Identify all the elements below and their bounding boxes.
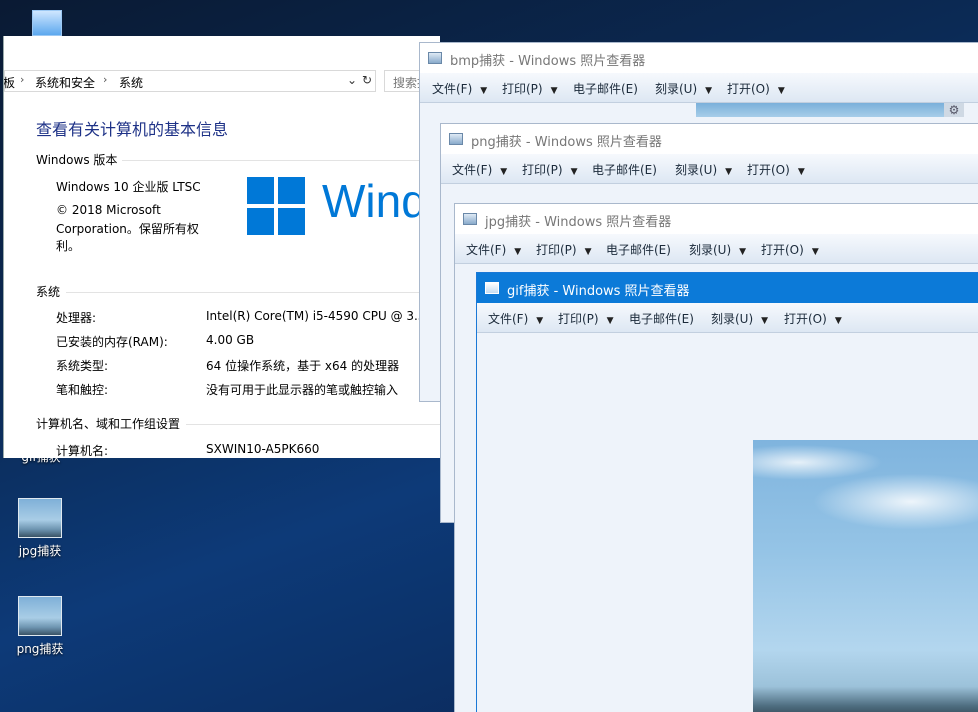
image-thumbnail-icon xyxy=(18,498,62,538)
chevron-down-icon: ▼ xyxy=(500,167,508,177)
windows-logo-icon xyxy=(247,177,305,235)
info-key: 系统类型: xyxy=(56,359,109,373)
menu-burn[interactable]: 刻录(U) ▼ xyxy=(655,80,712,97)
address-bar: 板 › 系统和安全 › 系统 ⌄ ↻ 搜索控 xyxy=(4,70,440,92)
menu-file[interactable]: 文件(F) ▼ xyxy=(432,80,487,97)
menu-bar: 文件(F) ▼ 打印(P) ▼ 电子邮件(E) 刻录(U) ▼ 打开(O) ▼ xyxy=(441,154,978,184)
folder-icon[interactable] xyxy=(32,10,62,36)
chevron-down-icon: ▼ xyxy=(536,316,544,326)
chevron-down-icon: ▼ xyxy=(514,247,522,257)
info-key: 计算机名: xyxy=(56,444,109,458)
title-bar[interactable]: png捕获 - Windows 照片查看器 xyxy=(441,124,978,154)
menu-print[interactable]: 打印(P) ▼ xyxy=(522,161,578,178)
info-value: SXWIN10-A5PK660 xyxy=(206,442,320,456)
menu-email[interactable]: 电子邮件(E) xyxy=(606,241,671,258)
section-heading-edition: Windows 版本 xyxy=(36,153,118,167)
info-key: 处理器: xyxy=(56,311,97,325)
menu-bar: 文件(F) ▼ 打印(P) ▼ 电子邮件(E) 刻录(U) ▼ 打开(O) ▼ xyxy=(477,303,978,333)
info-key: 已安装的内存(RAM): xyxy=(56,335,168,349)
chevron-down-icon: ▼ xyxy=(705,86,713,96)
chevron-down-icon: ▼ xyxy=(811,247,819,257)
photo xyxy=(753,440,978,712)
menu-file[interactable]: 文件(F) ▼ xyxy=(488,310,543,327)
breadcrumb-system[interactable]: 系统 xyxy=(119,74,143,91)
desktop-icon-label: jpg捕获 xyxy=(18,544,62,558)
window-title: jpg捕获 - Windows 照片查看器 xyxy=(485,215,672,230)
desktop-icon-png[interactable]: png捕获 xyxy=(5,596,75,657)
refresh-icon[interactable]: ↻ xyxy=(362,73,372,87)
divider xyxy=(186,424,440,425)
menu-file[interactable]: 文件(F) ▼ xyxy=(466,241,521,258)
menu-file[interactable]: 文件(F) ▼ xyxy=(452,161,507,178)
chevron-down-icon: ▼ xyxy=(797,167,805,177)
menu-print[interactable]: 打印(P) ▼ xyxy=(502,80,558,97)
menu-bar: 文件(F) ▼ 打印(P) ▼ 电子邮件(E) 刻录(U) ▼ 打开(O) ▼ xyxy=(455,234,978,264)
image-thumbnail-icon xyxy=(18,596,62,636)
desktop-icon-jpg[interactable]: jpg捕获 xyxy=(5,498,75,559)
chevron-right-icon[interactable]: › xyxy=(103,73,107,86)
image-view-area xyxy=(477,333,978,712)
chevron-down-icon: ▼ xyxy=(725,167,733,177)
menu-burn[interactable]: 刻录(U) ▼ xyxy=(675,161,732,178)
address-box[interactable]: 板 › 系统和安全 › 系统 ⌄ ↻ xyxy=(4,70,376,92)
gear-icon[interactable]: ⚙ xyxy=(944,103,964,117)
copyright-line: Corporation。保留所有权 xyxy=(56,222,199,236)
photo-viewer-icon xyxy=(449,133,463,145)
menu-print[interactable]: 打印(P) ▼ xyxy=(558,310,614,327)
window-title: gif捕获 - Windows 照片查看器 xyxy=(507,284,690,299)
title-bar[interactable]: gif捕获 - Windows 照片查看器 xyxy=(477,273,978,303)
chevron-down-icon[interactable]: ⌄ xyxy=(347,73,357,87)
chevron-down-icon: ▼ xyxy=(480,86,488,96)
chevron-down-icon: ▼ xyxy=(739,247,747,257)
menu-burn[interactable]: 刻录(U) ▼ xyxy=(711,310,768,327)
chevron-down-icon: ▼ xyxy=(584,247,592,257)
chevron-down-icon: ▼ xyxy=(606,316,614,326)
photo-viewer-icon xyxy=(485,282,499,294)
section-heading-system: 系统 xyxy=(36,285,61,299)
section-heading-computer: 计算机名、域和工作组设置 xyxy=(36,417,181,431)
title-bar[interactable]: bmp捕获 - Windows 照片查看器 xyxy=(420,43,978,73)
divider xyxy=(66,292,440,293)
title-bar[interactable]: jpg捕获 - Windows 照片查看器 xyxy=(455,204,978,234)
photo-viewer-window-gif[interactable]: gif捕获 - Windows 照片查看器 文件(F) ▼ 打印(P) ▼ 电子邮件… xyxy=(476,272,978,712)
system-control-panel-window: 板 › 系统和安全 › 系统 ⌄ ↻ 搜索控 查看有关计算机的基本信息 Wind… xyxy=(3,36,440,458)
divider xyxy=(122,160,440,161)
photo xyxy=(696,103,946,117)
chevron-right-icon[interactable]: › xyxy=(20,73,24,86)
chevron-down-icon: ▼ xyxy=(570,167,578,177)
copyright-line: 利。 xyxy=(56,239,81,253)
breadcrumb-security[interactable]: 系统和安全 xyxy=(35,74,95,91)
info-value: 没有可用于此显示器的笔或触控输入 xyxy=(206,383,399,397)
photo-viewer-icon xyxy=(428,52,442,64)
copyright-line: © 2018 Microsoft xyxy=(56,203,161,217)
menu-open[interactable]: 打开(O) ▼ xyxy=(727,80,785,97)
info-value: 64 位操作系统，基于 x64 的处理器 xyxy=(206,359,400,373)
menu-bar: 文件(F) ▼ 打印(P) ▼ 电子邮件(E) 刻录(U) ▼ 打开(O) ▼ xyxy=(420,73,978,103)
photo-viewer-icon xyxy=(463,213,477,225)
desktop-icon-label: png捕获 xyxy=(16,642,64,656)
breadcrumb-control-panel[interactable]: 板 xyxy=(4,74,15,91)
chevron-down-icon: ▼ xyxy=(834,316,842,326)
menu-print[interactable]: 打印(P) ▼ xyxy=(536,241,592,258)
menu-burn[interactable]: 刻录(U) ▼ xyxy=(689,241,746,258)
chevron-down-icon: ▼ xyxy=(777,86,785,96)
page-title: 查看有关计算机的基本信息 xyxy=(36,120,229,139)
info-value: Intel(R) Core(TM) i5-4590 CPU @ 3.30GHz xyxy=(206,309,440,323)
window-title: png捕获 - Windows 照片查看器 xyxy=(471,135,662,150)
menu-email[interactable]: 电子邮件(E) xyxy=(629,310,694,327)
menu-email[interactable]: 电子邮件(E) xyxy=(592,161,657,178)
window-title: bmp捕获 - Windows 照片查看器 xyxy=(450,54,646,69)
edition-name: Windows 10 企业版 LTSC xyxy=(56,180,201,194)
chevron-down-icon: ▼ xyxy=(761,316,769,326)
menu-email[interactable]: 电子邮件(E) xyxy=(573,80,638,97)
info-key: 笔和触控: xyxy=(56,383,109,397)
menu-open[interactable]: 打开(O) ▼ xyxy=(784,310,842,327)
chevron-down-icon: ▼ xyxy=(550,86,558,96)
menu-open[interactable]: 打开(O) ▼ xyxy=(747,161,805,178)
info-value: 4.00 GB xyxy=(206,333,255,347)
menu-open[interactable]: 打开(O) ▼ xyxy=(761,241,819,258)
